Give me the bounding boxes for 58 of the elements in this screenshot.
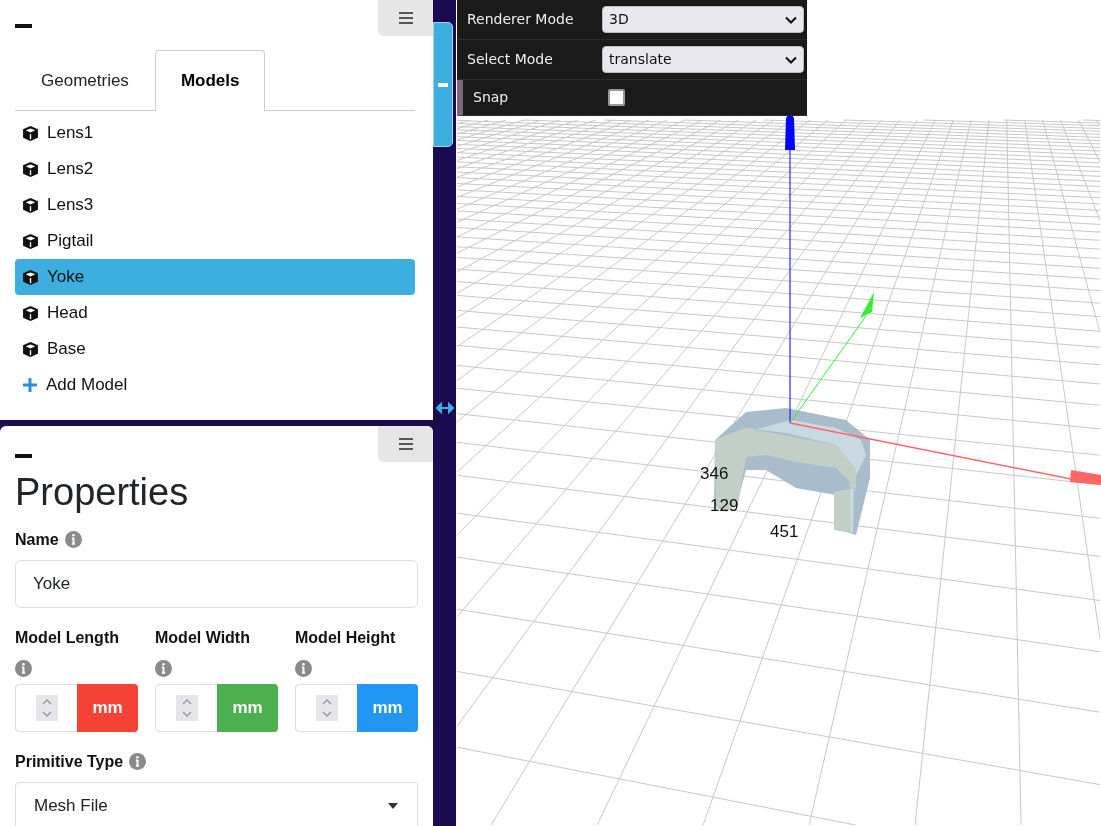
info-icon[interactable]: [155, 660, 172, 678]
checkbox[interactable]: [608, 89, 625, 106]
number-field[interactable]: [295, 683, 357, 732]
chevron-icon: [785, 55, 797, 64]
spinner-icon[interactable]: [315, 694, 338, 721]
add-model-button[interactable]: Add Model: [15, 367, 415, 403]
caret-icon: [387, 801, 399, 810]
field-label: Model Height: [295, 627, 397, 648]
field-label: Model Width: [155, 627, 251, 648]
tab[interactable]: Geometries: [15, 50, 155, 111]
field-label: Model Length: [15, 627, 120, 648]
primitive-type-select[interactable]: Mesh File: [15, 781, 418, 826]
spinner-icon[interactable]: [175, 694, 198, 721]
model-list-item[interactable]: Lens3: [15, 187, 415, 223]
model-list-item[interactable]: Lens1: [15, 115, 415, 151]
menu-button[interactable]: [378, 0, 433, 36]
mode-select[interactable]: translate: [602, 46, 804, 73]
cube-icon: [22, 340, 39, 358]
control-label: Select Mode: [467, 50, 554, 69]
info-icon[interactable]: [64, 531, 82, 549]
dimension-label: 451: [770, 521, 799, 543]
cube-icon: [22, 160, 39, 178]
dimension-label: 129: [710, 495, 739, 517]
field-label: Name: [15, 529, 59, 550]
tab[interactable]: Models: [154, 50, 266, 111]
info-icon[interactable]: [129, 753, 147, 771]
resize-icon[interactable]: [436, 402, 454, 414]
chevron-icon: [785, 15, 797, 24]
unit-label: mm: [357, 683, 418, 732]
model-list-item[interactable]: Base: [15, 331, 415, 367]
mode-select[interactable]: 3D: [602, 6, 804, 33]
info-icon[interactable]: [15, 660, 32, 678]
cube-icon: [22, 124, 39, 142]
cube-icon: [22, 196, 39, 214]
menu-icon: [398, 438, 413, 450]
model-list-item[interactable]: Yoke: [15, 259, 415, 295]
info-icon[interactable]: [295, 660, 312, 678]
control-label: Snap: [473, 88, 510, 107]
unit-label: mm: [217, 683, 278, 732]
number-field[interactable]: [155, 683, 217, 732]
panel-title: Properties: [15, 472, 190, 514]
spinner-icon[interactable]: [35, 694, 58, 721]
number-field[interactable]: [15, 683, 77, 732]
model-list-item[interactable]: Pigtail: [15, 223, 415, 259]
menu-button[interactable]: [378, 426, 433, 462]
name-field[interactable]: Yoke: [15, 559, 418, 608]
unit-label: mm: [77, 683, 138, 732]
model-list-item[interactable]: Head: [15, 295, 415, 331]
cube-icon: [22, 268, 39, 286]
field-label: Primitive Type: [15, 751, 124, 772]
plus-icon: [22, 377, 38, 393]
model-list-item[interactable]: Lens2: [15, 151, 415, 187]
control-label: Renderer Mode: [467, 10, 575, 29]
cube-icon: [22, 232, 39, 250]
dimension-label: 346: [700, 463, 729, 485]
menu-icon: [398, 12, 413, 24]
cube-icon: [22, 304, 39, 322]
collapse-handle[interactable]: [433, 22, 453, 147]
